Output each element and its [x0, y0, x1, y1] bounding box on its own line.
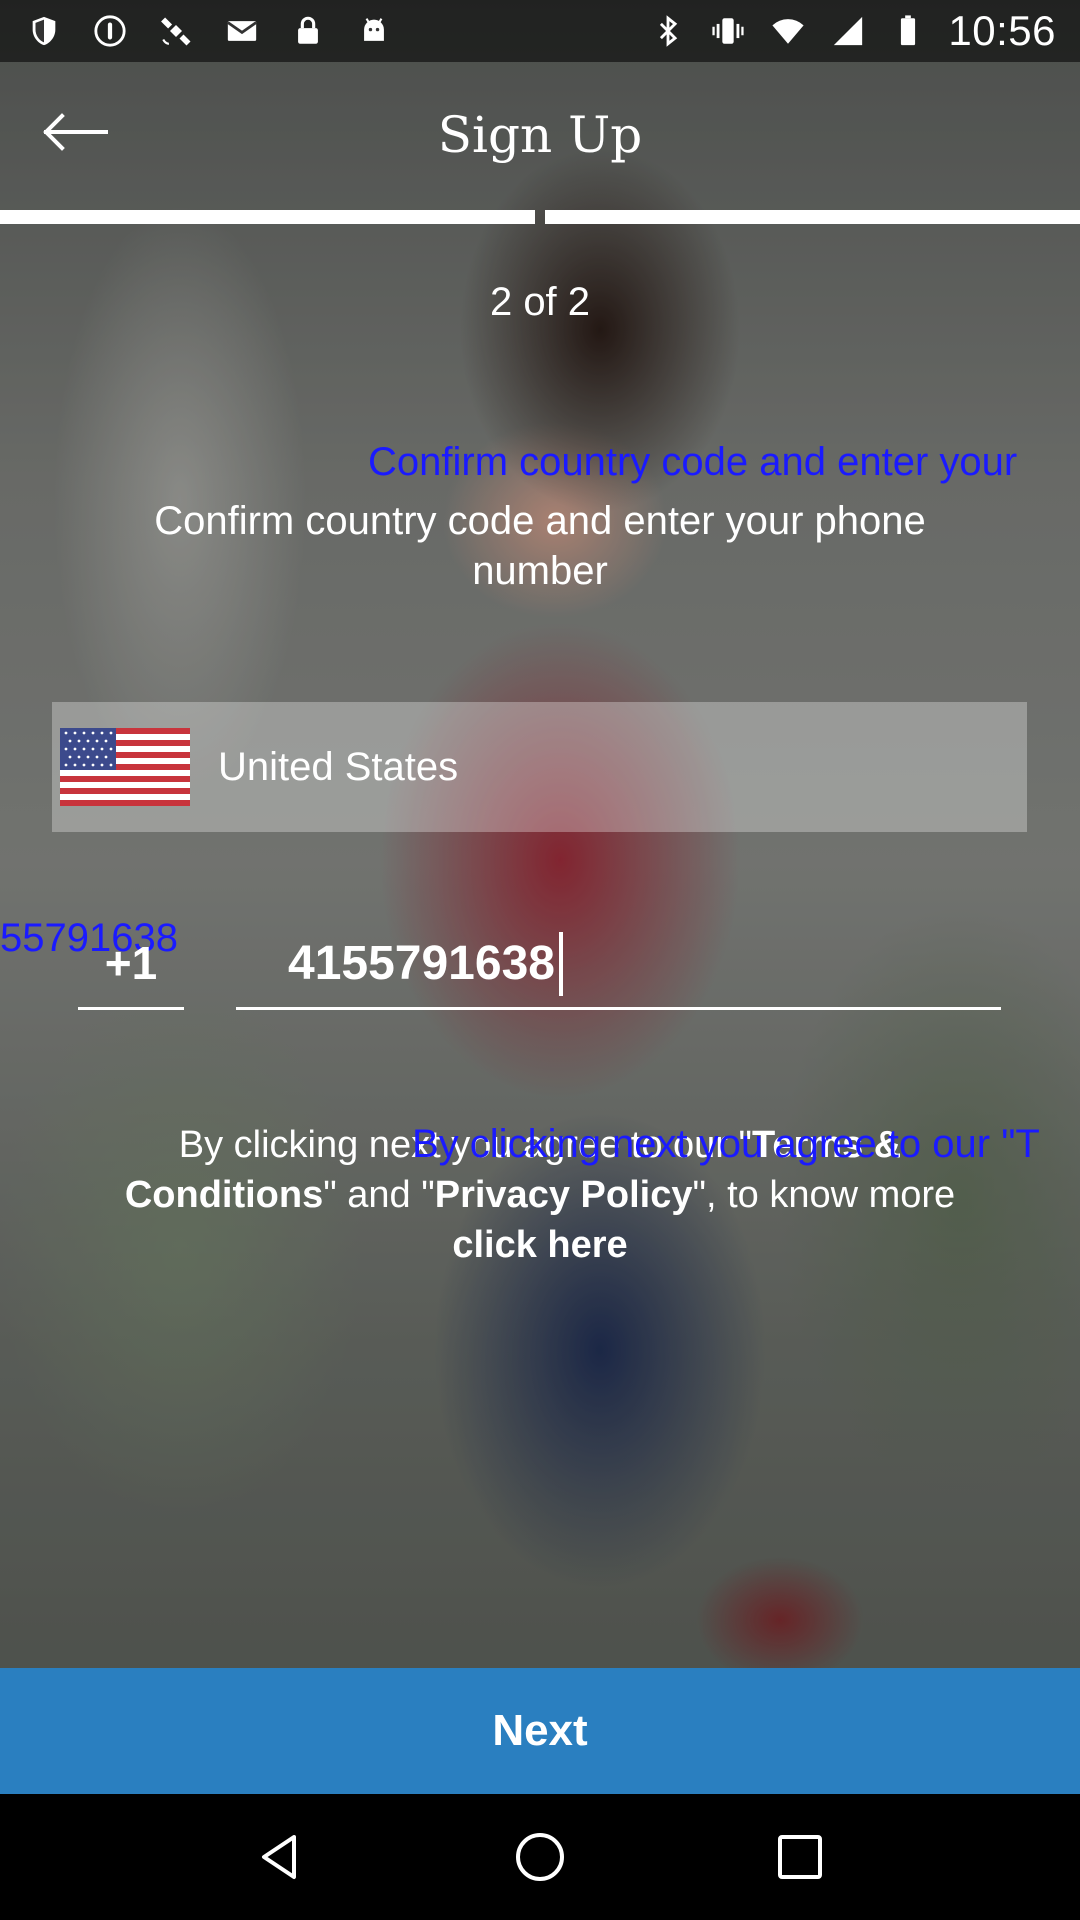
nav-home-button[interactable]	[505, 1822, 575, 1892]
system-icons: 10:56	[648, 7, 1056, 55]
vibrate-icon	[708, 11, 748, 51]
terms-middle: " and "	[323, 1174, 435, 1216]
navigation-bar	[0, 1794, 1080, 1920]
country-code-field[interactable]: +1	[78, 920, 184, 1010]
android-icon	[354, 11, 394, 51]
app-bar: Sign Up	[0, 62, 1080, 210]
wifi-icon	[768, 11, 808, 51]
shield-icon	[24, 11, 64, 51]
progress-segment-2	[545, 210, 1080, 224]
nav-recents-button[interactable]	[765, 1822, 835, 1892]
terms-suffix: ", to know more	[692, 1174, 956, 1216]
info-circle-icon	[90, 11, 130, 51]
signal-icon	[828, 11, 868, 51]
text-cursor	[558, 931, 563, 996]
status-time: 10:56	[948, 7, 1056, 54]
step-indicator: 2 of 2	[489, 280, 591, 324]
phone-number-input[interactable]: 4155791638	[236, 920, 1001, 1010]
battery-icon	[888, 11, 928, 51]
gmail-icon	[222, 11, 262, 51]
instruction-text: Confirm country code and enter your phon…	[154, 499, 926, 593]
back-triangle-icon	[262, 1835, 296, 1879]
lock-icon	[288, 11, 328, 51]
country-selector[interactable]: United States	[52, 702, 1027, 832]
notification-icons	[24, 11, 394, 51]
privacy-policy-label: Privacy Policy	[434, 1174, 693, 1216]
nav-back-button[interactable]	[245, 1822, 315, 1892]
us-flag-icon	[60, 728, 190, 806]
home-circle-icon	[516, 1833, 564, 1881]
recents-square-icon	[778, 1835, 822, 1879]
overlay-instruction-text: Confirm country code and enter your	[368, 440, 1018, 484]
next-button[interactable]: Next	[0, 1668, 1080, 1794]
phone-number-value: 4155791638	[288, 936, 555, 990]
progress-segment-1	[0, 210, 535, 224]
country-name: United States	[218, 744, 459, 789]
overlay-terms-text: By clicking next you agree to our "T	[412, 1122, 1040, 1166]
click-here-link[interactable]: click here	[452, 1224, 627, 1266]
status-bar: 10:56	[0, 0, 1080, 62]
step-progress-bar	[0, 210, 1080, 224]
satellite-fake-gps-icon	[156, 11, 196, 51]
bluetooth-icon	[648, 11, 688, 51]
page-title: Sign Up	[437, 106, 643, 164]
